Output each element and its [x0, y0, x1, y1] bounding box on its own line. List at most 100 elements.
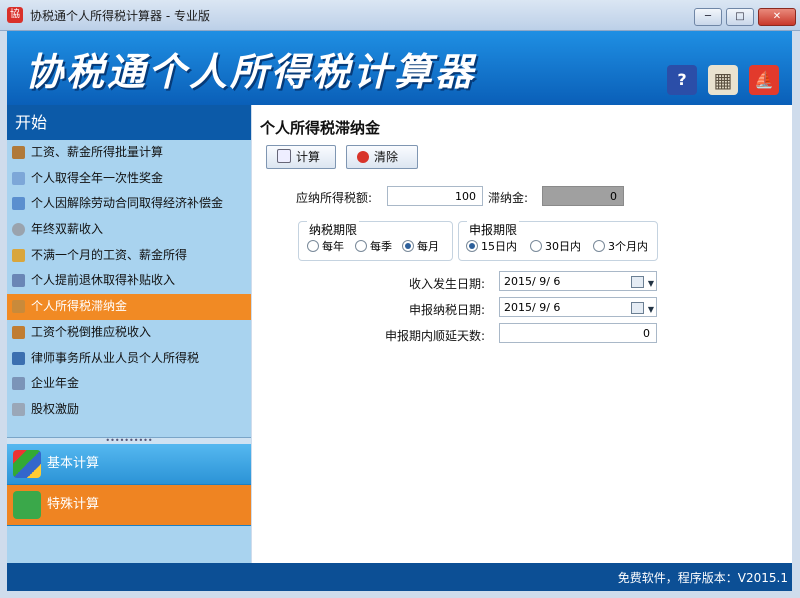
radio-selected-icon — [402, 240, 414, 252]
sidebar-item-label: 工资个税倒推应税收入 — [31, 324, 152, 339]
radio-icon — [307, 240, 319, 252]
report-date-label: 申报纳税日期: — [409, 303, 486, 317]
title-bar: 協 协税通个人所得税计算器 - 专业版 ─ □ ✕ — [0, 0, 800, 31]
radio-icon — [593, 240, 605, 252]
radio-label: 每季 — [370, 240, 392, 253]
sidebar-item-label: 股权激励 — [31, 401, 80, 416]
clear-label: 清除 — [374, 150, 399, 164]
calculator-icon — [12, 325, 25, 339]
radio-selected-icon — [466, 240, 478, 252]
maximize-button[interactable]: □ — [726, 8, 754, 26]
radio-3-months[interactable]: 3个月内 — [593, 238, 648, 254]
book-icon — [12, 274, 25, 288]
sidebar-splitter[interactable]: •••••••••• — [7, 436, 251, 444]
chevron-down-icon[interactable]: ▼ — [648, 300, 654, 320]
list-icon — [13, 490, 41, 519]
sidebar-item-partial-month[interactable]: 不满一个月的工资、薪金所得 — [7, 243, 251, 269]
sidebar-item-batch-salary[interactable]: 工资、薪金所得批量计算 — [7, 140, 251, 166]
radio-icon — [355, 240, 367, 252]
sidebar-item-severance[interactable]: 个人因解除劳动合同取得经济补偿金 — [7, 191, 251, 217]
calculate-button[interactable]: 计算 — [266, 145, 336, 169]
status-version: 免费软件，程序版本：V2015.1 — [617, 571, 788, 585]
group-title: 申报期限 — [467, 221, 520, 238]
help-icon: ? — [677, 70, 687, 89]
sidebar-item-label: 个人提前退休取得补贴收入 — [31, 273, 176, 288]
radio-label: 15日内 — [481, 240, 517, 253]
report-date-value: 2015/ 9/ 6 — [504, 301, 561, 314]
money-icon — [12, 248, 25, 262]
calculator-icon — [277, 149, 291, 163]
banner: 协税通个人所得税计算器 ? ▦ ⛵ — [7, 31, 792, 105]
coins-icon — [12, 300, 25, 314]
sidebar: 开始 工资、薪金所得批量计算 个人取得全年一次性奖金 个人因解除劳动合同取得经济… — [7, 105, 251, 563]
nav-special-calc[interactable]: 特殊计算 — [7, 484, 251, 526]
report-date-picker[interactable]: 2015/ 9/ 6 ▼ — [499, 297, 657, 317]
exit-button[interactable]: ⛵ — [749, 65, 779, 95]
clear-button[interactable]: 清除 — [346, 145, 418, 169]
sidebar-item-label: 个人因解除劳动合同取得经济补偿金 — [31, 196, 224, 211]
close-button[interactable]: ✕ — [758, 8, 796, 26]
sidebar-item-reverse-calc[interactable]: 工资个税倒推应税收入 — [7, 320, 251, 346]
window-title: 协税通个人所得税计算器 - 专业版 — [30, 9, 210, 23]
nav-label: 特殊计算 — [47, 496, 100, 512]
minimize-button[interactable]: ─ — [694, 8, 722, 26]
chevron-down-icon[interactable]: ▼ — [648, 274, 654, 294]
banner-title: 协税通个人所得税计算器 — [25, 50, 477, 94]
clear-icon — [357, 151, 369, 163]
sidebar-item-label: 个人取得全年一次性奖金 — [31, 170, 164, 185]
lawyer-icon — [12, 351, 25, 365]
app-window: 協 协税通个人所得税计算器 - 专业版 ─ □ ✕ 协税通个人所得税计算器 ? … — [0, 0, 800, 598]
radio-15-days[interactable]: 15日内 — [466, 238, 517, 254]
document-icon — [12, 171, 25, 185]
sidebar-item-label: 年终双薪收入 — [31, 222, 104, 237]
radio-quarterly[interactable]: 每季 — [355, 238, 392, 254]
tax-amount-input[interactable]: 100 — [387, 186, 483, 206]
page-title: 个人所得税滞纳金 — [260, 119, 381, 137]
sidebar-item-equity[interactable]: 股权激励 — [7, 397, 251, 423]
edit-icon — [12, 197, 25, 211]
nav-basic-calc[interactable]: 基本计算 — [7, 443, 251, 485]
calendar-icon[interactable] — [631, 276, 644, 288]
help-button[interactable]: ? — [667, 65, 697, 95]
sailboat-icon: ⛵ — [754, 70, 774, 89]
sidebar-item-annual-bonus[interactable]: 个人取得全年一次性奖金 — [7, 166, 251, 192]
delay-days-input[interactable]: 0 — [499, 323, 657, 343]
radio-label: 3个月内 — [608, 240, 648, 253]
calculate-label: 计算 — [296, 150, 321, 164]
sidebar-item-annuity[interactable]: 企业年金 — [7, 371, 251, 397]
gear-icon — [12, 223, 25, 237]
radio-monthly[interactable]: 每月 — [402, 238, 439, 254]
sidebar-item-label: 个人所得税滞纳金 — [31, 299, 128, 314]
delay-days-label: 申报期内顺延天数: — [385, 329, 486, 343]
calculator-button[interactable]: ▦ — [708, 65, 738, 95]
sidebar-item-late-fee[interactable]: 个人所得税滞纳金 — [7, 294, 251, 320]
sidebar-item-label: 企业年金 — [31, 376, 80, 391]
radio-label: 30日内 — [545, 240, 581, 253]
main-panel: 个人所得税滞纳金 计算 清除 应纳所得税额: 100 滞纳金: 0 纳税期限 每… — [252, 105, 792, 563]
report-period-group: 申报期限 15日内 30日内 3个月内 — [458, 221, 658, 261]
tax-amount-label: 应纳所得税额: — [296, 191, 373, 205]
sidebar-item-label: 律师事务所从业人员个人所得税 — [31, 350, 200, 365]
radio-yearly[interactable]: 每年 — [307, 238, 344, 254]
late-fee-label: 滞纳金: — [488, 191, 529, 205]
puzzle-icon — [13, 449, 41, 478]
calculator-icon: ▦ — [713, 68, 733, 92]
chart-icon — [12, 402, 25, 416]
sidebar-item-label: 工资、薪金所得批量计算 — [31, 145, 164, 159]
radio-icon — [530, 240, 542, 252]
tax-period-group: 纳税期限 每年 每季 每月 — [298, 221, 453, 261]
sidebar-item-double-salary[interactable]: 年终双薪收入 — [7, 217, 251, 243]
late-fee-output: 0 — [542, 186, 624, 206]
sidebar-item-early-retirement[interactable]: 个人提前退休取得补贴收入 — [7, 268, 251, 294]
calendar-icon[interactable] — [631, 302, 644, 314]
sidebar-item-lawyer[interactable]: 律师事务所从业人员个人所得税 — [7, 346, 251, 372]
app-icon: 協 — [7, 7, 23, 23]
batch-icon — [12, 146, 25, 159]
radio-30-days[interactable]: 30日内 — [530, 238, 581, 254]
income-date-value: 2015/ 9/ 6 — [504, 275, 561, 288]
income-date-label: 收入发生日期: — [409, 277, 486, 291]
group-title: 纳税期限 — [307, 221, 360, 238]
sidebar-header: 开始 — [7, 105, 251, 140]
income-date-picker[interactable]: 2015/ 9/ 6 ▼ — [499, 271, 657, 291]
